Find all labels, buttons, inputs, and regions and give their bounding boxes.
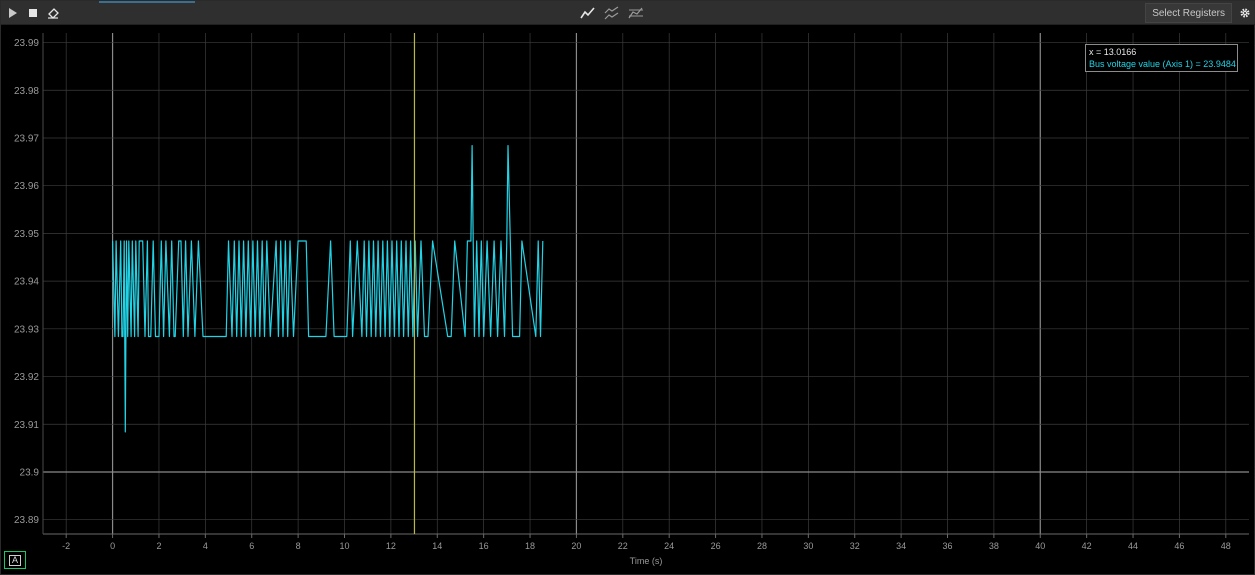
x-tick-label: 48: [1221, 541, 1231, 551]
y-tick-label: 23.92: [14, 372, 39, 383]
toolbar: Select Registers: [1, 1, 1255, 25]
plot-background: [43, 33, 1249, 534]
x-tick-label: 12: [386, 541, 396, 551]
autoscale-button[interactable]: A: [4, 551, 26, 569]
line-view-button[interactable]: [580, 5, 596, 21]
x-tick-label: 34: [896, 541, 906, 551]
x-tick-label: -2: [62, 541, 70, 551]
y-tick-label: 23.94: [14, 277, 39, 288]
y-tick-label: 23.89: [14, 515, 39, 526]
y-tick-label: 23.98: [14, 86, 39, 97]
x-tick-label: 30: [803, 541, 813, 551]
settings-button[interactable]: [1237, 5, 1253, 21]
x-tick-label: 46: [1174, 541, 1184, 551]
line-view-icon: [580, 6, 596, 20]
play-icon: [8, 8, 18, 18]
x-tick-label: 10: [339, 541, 349, 551]
x-tick-label: 44: [1128, 541, 1138, 551]
x-tick-label: 22: [618, 541, 628, 551]
y-tick-label: 23.99: [14, 38, 39, 49]
y-tick-label: 23.93: [14, 324, 39, 335]
split-view-icon: [604, 6, 620, 20]
active-tab-indicator: [99, 1, 195, 3]
x-tick-label: 8: [296, 541, 301, 551]
y-tick-label: 23.96: [14, 181, 39, 192]
y-tick-label: 23.9: [20, 467, 40, 478]
y-tick-label: 23.95: [14, 229, 39, 240]
x-tick-label: 0: [110, 541, 115, 551]
cursor-x-readout: x = 13.0166: [1089, 47, 1137, 57]
x-tick-label: 32: [850, 541, 860, 551]
split-view-button[interactable]: [604, 5, 620, 21]
x-axis-label: Time (s): [630, 556, 663, 566]
plot-area[interactable]: 23.89 23.9 23.91 23.92 23.93 23.94 23.95 23.96 2…: [1, 25, 1255, 575]
x-tick-label: 26: [711, 541, 721, 551]
x-tick-label: 18: [525, 541, 535, 551]
x-tick-label: 16: [479, 541, 489, 551]
stop-icon: [28, 8, 38, 18]
cursor-readout: x = 13.0166 Bus voltage value (Axis 1) =…: [1085, 44, 1238, 72]
stop-button[interactable]: [25, 5, 41, 21]
select-registers-button[interactable]: Select Registers: [1145, 3, 1232, 23]
overlay-view-icon: [628, 6, 644, 20]
x-tick-label: 6: [249, 541, 254, 551]
play-button[interactable]: [5, 5, 21, 21]
overlay-view-button[interactable]: [628, 5, 644, 21]
plot-window: Select Registers 23.89 23.9 23.91 23.92 23.9…: [0, 0, 1255, 575]
x-tick-label: 42: [1082, 541, 1092, 551]
x-tick-label: 2: [156, 541, 161, 551]
x-axis-ticks: -2 0 2 4 6 8 10 12 14 16 18 20 22 24 26 28 30 32 34 36 38 40 4…: [62, 534, 1231, 551]
autoscale-icon: A: [9, 554, 21, 566]
x-tick-label: 40: [1035, 541, 1045, 551]
x-tick-label: 38: [989, 541, 999, 551]
y-tick-label: 23.97: [14, 133, 39, 144]
y-axis-ticks: 23.89 23.9 23.91 23.92 23.93 23.94 23.95 23.96 2…: [14, 38, 39, 526]
y-tick-label: 23.91: [14, 420, 39, 431]
clear-button[interactable]: [45, 5, 61, 21]
x-tick-label: 28: [757, 541, 767, 551]
x-tick-label: 4: [203, 541, 208, 551]
x-tick-label: 14: [432, 541, 442, 551]
x-tick-label: 36: [942, 541, 952, 551]
series-value-readout: Bus voltage value (Axis 1) = 23.9484: [1089, 59, 1236, 69]
eraser-icon: [47, 7, 59, 19]
x-tick-label: 20: [571, 541, 581, 551]
x-tick-label: 24: [664, 541, 674, 551]
gear-icon: [1239, 7, 1251, 19]
